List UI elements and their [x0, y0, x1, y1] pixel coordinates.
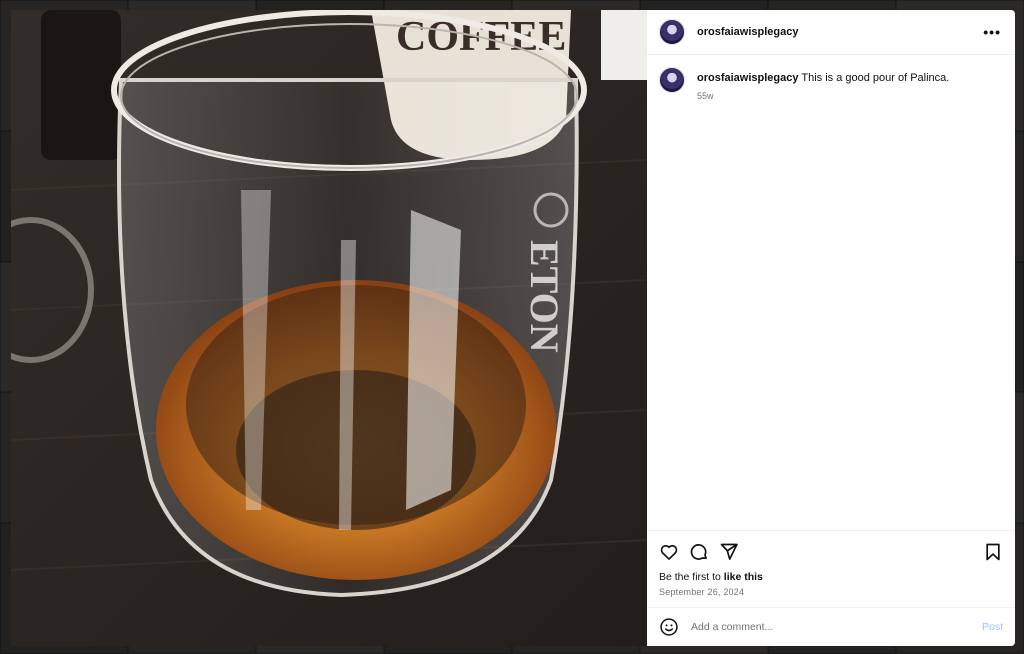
likes-text: Be the first to like this [659, 571, 1003, 583]
glass-etch: ETON [522, 240, 567, 353]
header-username[interactable]: orosfaiawisplegacy [697, 26, 799, 38]
glass-photo: COFFEE ETON [11, 10, 647, 646]
caption-time[interactable]: 55w [697, 89, 949, 103]
comment-bar: Post [647, 607, 1015, 646]
caption-text: This is a good pour of Palinca. [801, 72, 950, 84]
post-button[interactable]: Post [982, 621, 1003, 633]
post-header: orosfaiawisplegacy ••• [647, 10, 1015, 55]
comments-section: orosfaiawisplegacy This is a good pour o… [647, 55, 1015, 530]
post-details-panel: orosfaiawisplegacy ••• orosfaiawisplegac… [647, 10, 1015, 646]
likes-prefix: Be the first to [659, 571, 724, 583]
post-date[interactable]: September 26, 2024 [659, 587, 1003, 597]
heart-icon[interactable] [659, 542, 679, 562]
more-horizontal-icon[interactable]: ••• [983, 24, 1001, 40]
caption-avatar[interactable] [659, 67, 685, 93]
comment-icon[interactable] [689, 542, 709, 562]
post-image[interactable]: COFFEE ETON [11, 10, 647, 646]
emoji-icon[interactable] [659, 617, 679, 637]
action-icons [659, 541, 1003, 563]
bookmark-icon[interactable] [983, 542, 1003, 562]
caption-username[interactable]: orosfaiawisplegacy [697, 72, 799, 84]
avatar[interactable] [659, 19, 685, 45]
caption-body: orosfaiawisplegacy This is a good pour o… [697, 67, 949, 103]
post-actions: Be the first to like this September 26, … [647, 530, 1015, 597]
caption: orosfaiawisplegacy This is a good pour o… [659, 67, 1003, 103]
like-this-link[interactable]: like this [724, 571, 763, 583]
share-icon[interactable] [719, 542, 739, 562]
comment-input[interactable] [689, 620, 982, 634]
